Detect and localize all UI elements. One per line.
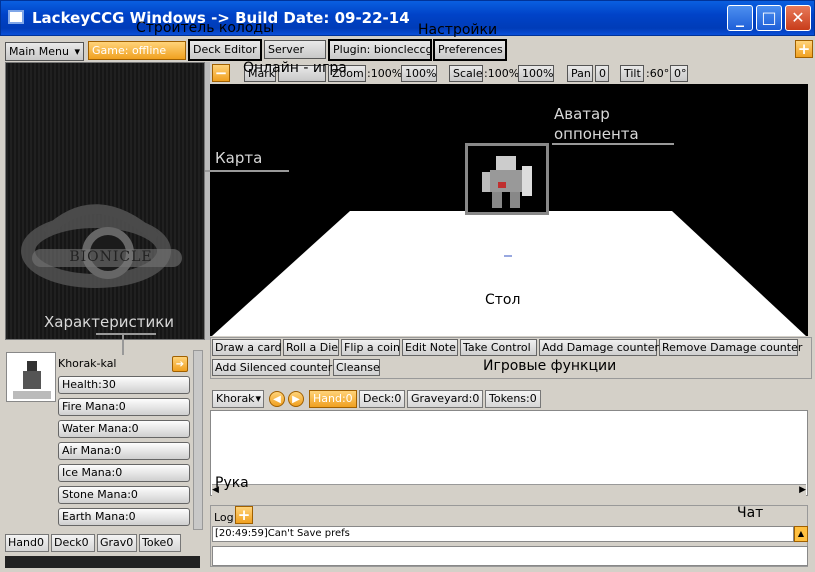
annotation-avatar-2: оппонента	[554, 125, 639, 143]
pan-value-button[interactable]: 0	[595, 65, 609, 82]
player-tab-graveyard[interactable]: Grav0	[97, 534, 137, 552]
stat-earth-mana[interactable]: Earth Mana:0	[58, 508, 190, 526]
annotation-card: Карта	[215, 149, 263, 167]
scale-button[interactable]: Scale	[449, 65, 483, 82]
remove-damage-counter-button[interactable]: Remove Damage counter	[659, 339, 802, 356]
annotation-stats: Характеристики	[44, 313, 175, 331]
plugin-button[interactable]: Plugin: bioncleccg	[328, 39, 432, 61]
robot-avatar-icon	[482, 156, 532, 208]
app-icon	[8, 10, 24, 24]
tab-tokens[interactable]: Tokens:0	[485, 390, 541, 408]
take-control-button[interactable]: Take Control	[460, 339, 537, 356]
player-select-dropdown[interactable]: Khorak ▾	[212, 390, 264, 408]
tilt-button[interactable]: Tilt	[620, 65, 644, 82]
add-panel-button[interactable]: +	[795, 40, 813, 58]
minimize-button[interactable]: _	[727, 5, 753, 31]
log-line: [20:49:59]Can't Save prefs	[212, 526, 794, 542]
stat-health[interactable]: Health:30	[58, 376, 190, 394]
zoom-reset-button[interactable]: 100%	[401, 65, 437, 82]
cleanse-button[interactable]: Cleanse	[333, 359, 380, 376]
annotation-chat: Чат	[737, 505, 764, 521]
annotation-game-functions: Игровые функции	[483, 358, 617, 374]
add-damage-counter-button[interactable]: Add Damage counter	[539, 339, 659, 356]
player-bottom-strip	[5, 556, 200, 568]
roll-die-button[interactable]: Roll a Die	[283, 339, 339, 356]
scroll-right-icon[interactable]: ▶	[799, 485, 806, 495]
annotation-card-line	[205, 170, 289, 172]
stat-fire-mana[interactable]: Fire Mana:0	[58, 398, 190, 416]
scale-value: :100%	[484, 67, 520, 80]
player-select-label: Khorak	[216, 392, 255, 405]
tab-graveyard[interactable]: Graveyard:0	[407, 390, 483, 408]
annotation-settings: Настройки	[418, 22, 498, 38]
player-tab-tokens[interactable]: Toke0	[139, 534, 181, 552]
preferences-button[interactable]: Preferences	[433, 39, 507, 61]
player-tab-deck[interactable]: Deck0	[51, 534, 95, 552]
player-avatar[interactable]	[6, 352, 56, 402]
annotation-deck-builder: Строитель колоды	[136, 20, 275, 36]
stat-ice-mana[interactable]: Ice Mana:0	[58, 464, 190, 482]
deck-editor-button[interactable]: Deck Editor	[188, 39, 262, 61]
add-silenced-counter-button[interactable]: Add Silenced counter	[212, 359, 332, 376]
annotation-online-game: Онлайн - игра	[243, 60, 347, 76]
opponent-avatar[interactable]	[465, 143, 549, 215]
scale-reset-button[interactable]: 100%	[518, 65, 554, 82]
close-button[interactable]: ✕	[785, 5, 811, 31]
tilt-value: :60°	[646, 67, 670, 80]
annotation-hand: Рука	[215, 475, 249, 491]
stat-air-mana[interactable]: Air Mana:0	[58, 442, 190, 460]
player-menu-arrow-icon[interactable]: ➔	[172, 356, 188, 372]
stat-water-mana[interactable]: Water Mana:0	[58, 420, 190, 438]
main-menu-label: Main Menu	[9, 45, 69, 58]
tilt-reset-button[interactable]: 0°	[670, 65, 688, 82]
player-tab-hand[interactable]: Hand0	[5, 534, 49, 552]
card-art	[21, 204, 182, 288]
player-figure-icon	[13, 361, 51, 399]
player-name: Khorak-kal	[58, 357, 117, 370]
log-add-button[interactable]: +	[235, 506, 253, 524]
draw-card-button[interactable]: Draw a card	[212, 339, 282, 356]
maximize-button[interactable]: □	[756, 5, 782, 31]
main-menu-dropdown[interactable]: Main Menu ▾	[5, 42, 84, 61]
zoom-value: :100%	[367, 67, 403, 80]
arrow-left-icon[interactable]: ◀	[269, 391, 285, 407]
chevron-down-icon: ▾	[74, 45, 80, 58]
collapse-board-button[interactable]: −	[212, 64, 230, 82]
hand-scrollbar[interactable]: ◀ ▶	[212, 484, 806, 496]
annotation-stats-line	[96, 333, 156, 335]
stat-stone-mana[interactable]: Stone Mana:0	[58, 486, 190, 504]
game-status-button[interactable]: Game: offline	[88, 41, 186, 60]
pan-button[interactable]: Pan	[567, 65, 593, 82]
tab-hand[interactable]: Hand:0	[309, 390, 357, 408]
log-scroll-up-icon[interactable]: ▲	[794, 526, 808, 542]
chevron-down-icon: ▾	[255, 392, 261, 405]
card-preview: BIONICLE	[5, 62, 205, 340]
arrow-right-icon[interactable]: ▶	[288, 391, 304, 407]
chat-input[interactable]	[212, 546, 808, 566]
annotation-table: Стол	[485, 292, 521, 308]
flip-coin-button[interactable]: Flip a coin	[341, 339, 400, 356]
stats-scrollbar[interactable]	[193, 350, 203, 530]
edit-note-button[interactable]: Edit Note	[402, 339, 458, 356]
annotation-stats-pointer	[122, 333, 124, 355]
card-logo-text: BIONICLE	[69, 249, 153, 265]
log-label: Log	[214, 511, 234, 524]
tab-deck[interactable]: Deck:0	[359, 390, 405, 408]
annotation-avatar-1: Аватар	[554, 105, 610, 123]
server-button[interactable]: Server	[264, 40, 326, 59]
annotation-avatar-line	[552, 143, 674, 145]
